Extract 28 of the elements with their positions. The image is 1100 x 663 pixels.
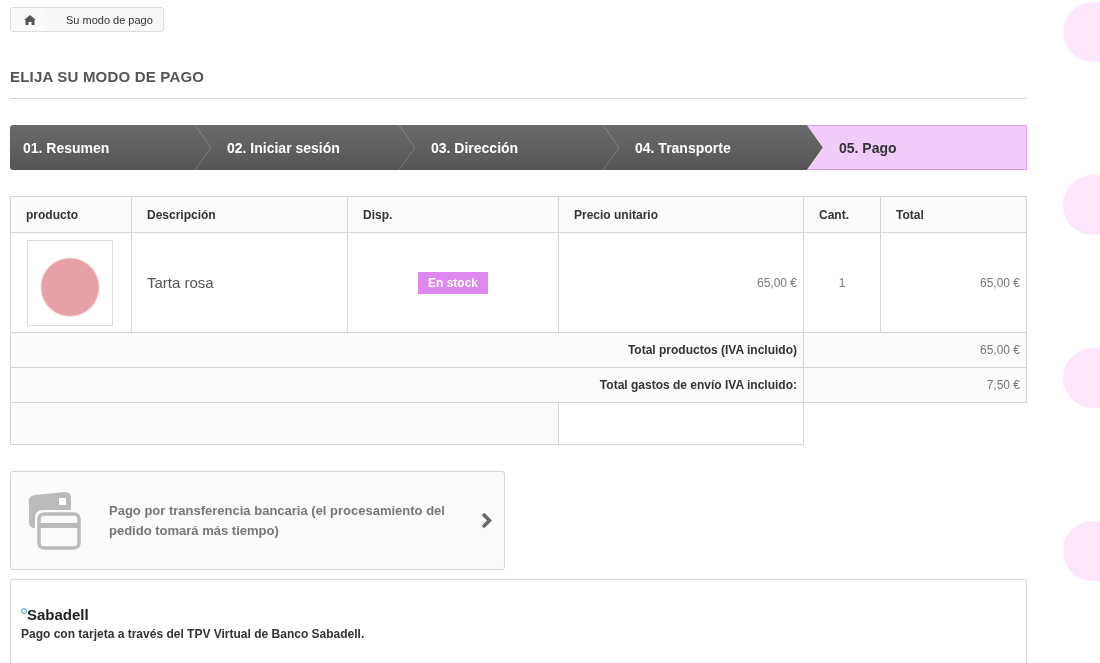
table-cell: Total productos (IVA incluido) — [10, 332, 804, 368]
payment-option[interactable]: Pago por transferencia bancaria (el procesamiento del pedido tomará más tiempo) — [10, 471, 505, 570]
checkout-step[interactable]: 03. Dirección — [399, 125, 619, 170]
table-cell: 65,00 € — [558, 232, 804, 333]
chevron-right-icon — [481, 512, 492, 529]
stock-badge: En stock — [418, 271, 488, 294]
table-cell: 1 — [803, 232, 881, 333]
home-link[interactable] — [11, 8, 50, 31]
column-header: producto — [10, 196, 132, 233]
table-cell: Tarta rosa — [131, 232, 348, 333]
column-header: Descripción — [131, 196, 348, 233]
checkout-step[interactable]: 05. Pago — [807, 125, 1027, 170]
table-cell: 65,00 € — [880, 232, 1027, 333]
column-header: Cant. — [803, 196, 881, 233]
home-icon — [24, 14, 36, 25]
payment-title: Sabadell — [27, 606, 89, 623]
checkout-step[interactable]: 04. Transporte — [603, 125, 823, 170]
checkout-step[interactable]: 01. Resumen — [10, 125, 211, 170]
breadcrumb-item: Su modo de pago — [65, 13, 154, 26]
column-header: Precio unitario — [558, 196, 804, 233]
checkout-step[interactable]: 02. Iniciar sesión — [195, 125, 415, 170]
table-cell: 7,50 € — [803, 367, 1027, 403]
table-cell: 65,00 € — [803, 332, 1027, 368]
table-cell: Total gastos de envío IVA incluido: — [10, 367, 804, 403]
column-header: Total — [880, 196, 1027, 233]
page-heading: ELIJA SU MODO DE PAGO — [10, 68, 1027, 99]
payment-description: Pago con tarjeta a través del TPV Virtual de Banco Sabadell. — [21, 627, 366, 641]
column-header: Disp. — [347, 196, 559, 233]
